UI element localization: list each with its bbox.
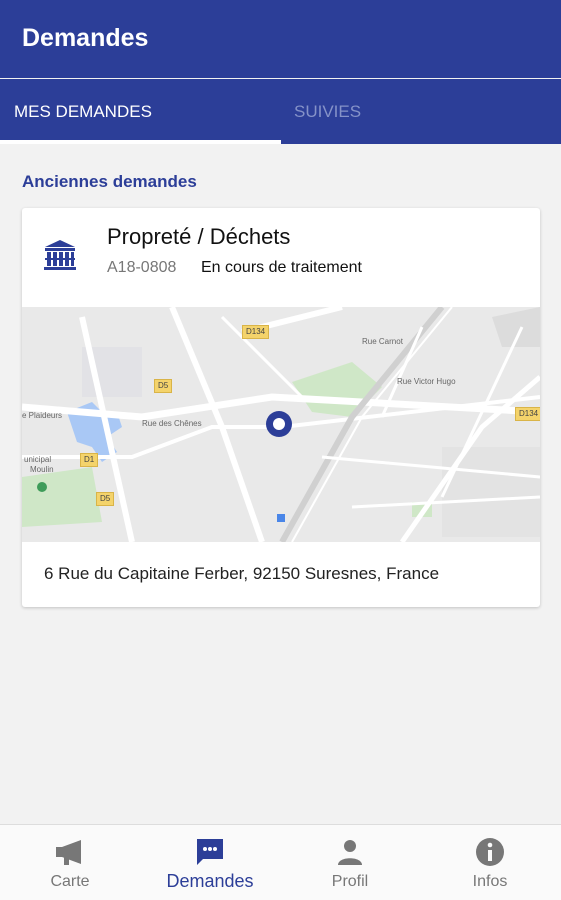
request-card[interactable]: Propreté / Déchets A18-0808 En cours de … (22, 208, 540, 607)
map-label: Rue des Chênes (142, 419, 202, 428)
nav-label: Profil (331, 873, 369, 890)
map-label: e Plaideurs (22, 411, 63, 420)
megaphone-icon (56, 840, 81, 865)
nav-label: Demandes (166, 871, 254, 891)
map-label: Rue Victor Hugo (397, 377, 456, 386)
app-bar: Demandes (0, 0, 561, 78)
request-reference: A18-0808 (107, 259, 177, 276)
road-badge: D1 (80, 453, 99, 467)
nav-demandes[interactable]: Demandes (140, 825, 280, 900)
request-status: En cours de traitement (201, 259, 362, 276)
nav-carte[interactable]: Carte (0, 825, 140, 900)
road-badge: D134 (242, 325, 270, 339)
location-map[interactable]: D134 D134 D5 D5 D1 unicipal Moulin e Pla… (22, 307, 540, 542)
map-label: unicipal (24, 455, 52, 464)
tab-label: SUIVIES (294, 102, 362, 121)
road-badge: D134 (515, 407, 540, 421)
nav-infos[interactable]: Infos (420, 825, 560, 900)
tab-suivies[interactable]: SUIVIES (281, 79, 561, 144)
tab-bar: MES DEMANDES SUIVIES (0, 79, 561, 144)
app-title: Demandes (22, 24, 149, 52)
bottom-navigation: Carte Demandes Profil Infos (0, 824, 561, 900)
tab-mes-demandes[interactable]: MES DEMANDES (0, 79, 281, 144)
road-badge: D5 (96, 492, 115, 506)
building-icon (44, 240, 76, 270)
nav-label: Infos (472, 873, 508, 890)
road-badge: D5 (154, 379, 173, 393)
info-icon (476, 838, 504, 866)
map-label: Moulin (30, 465, 54, 474)
section-title: Anciennes demandes (22, 172, 197, 191)
tab-active-indicator (0, 140, 281, 144)
request-address: 6 Rue du Capitaine Ferber, 92150 Suresne… (44, 564, 440, 583)
person-icon (338, 840, 362, 865)
request-category: Propreté / Déchets (107, 224, 291, 249)
chat-icon (197, 839, 223, 865)
tab-label: MES DEMANDES (14, 102, 152, 121)
map-roads (22, 307, 540, 542)
map-label: Rue Carnot (362, 337, 403, 346)
nav-profil[interactable]: Profil (280, 825, 420, 900)
nav-label: Carte (50, 873, 90, 890)
